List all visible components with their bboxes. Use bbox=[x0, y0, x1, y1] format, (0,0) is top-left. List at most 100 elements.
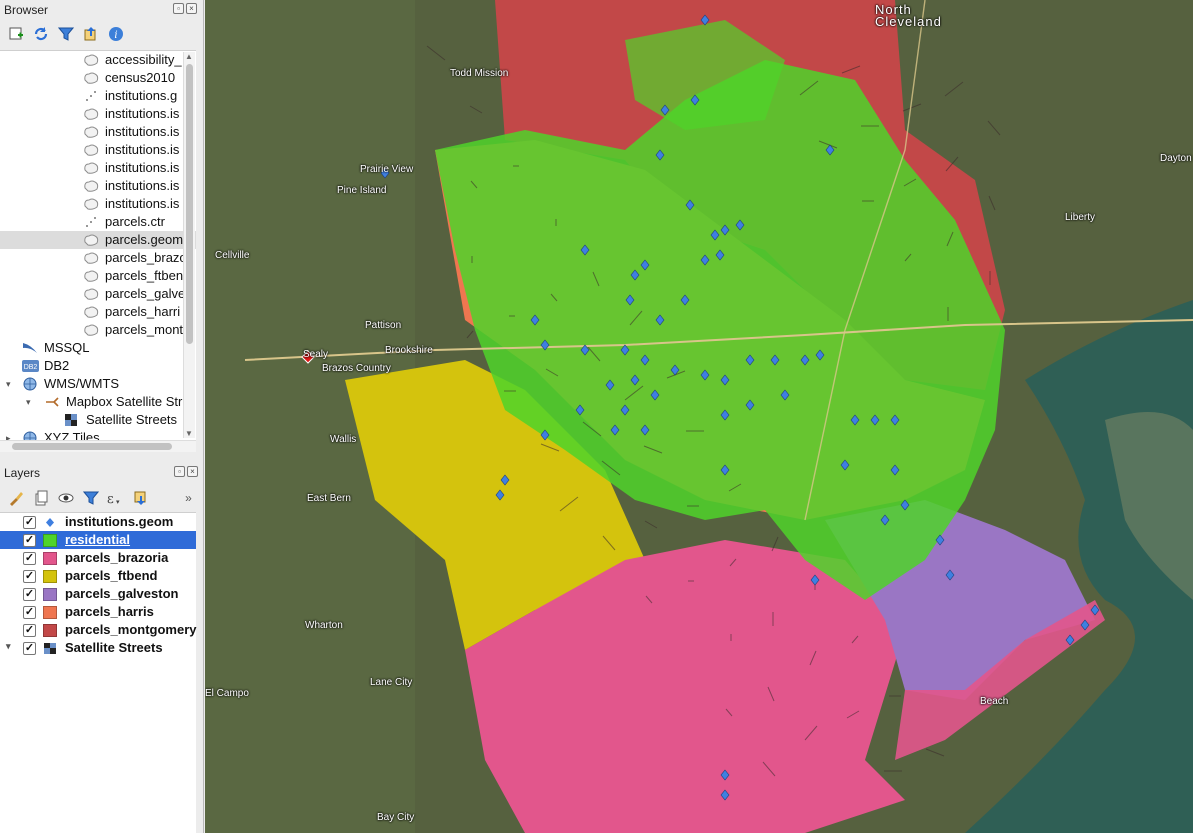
info-icon[interactable]: i bbox=[106, 25, 125, 44]
browser-scrollbar[interactable]: ▲ ▼ bbox=[183, 52, 195, 438]
browser-item[interactable]: parcels.geom bbox=[0, 231, 196, 249]
browser-connection-item[interactable]: ▾ WMS/WMTS bbox=[0, 375, 196, 393]
scroll-down-icon[interactable]: ▼ bbox=[185, 429, 193, 438]
expand-arrow-icon[interactable]: ▾ bbox=[6, 375, 11, 393]
layer-label: institutions.geom bbox=[65, 514, 174, 529]
db2-icon: DB2 bbox=[22, 359, 39, 373]
close-panel-icon[interactable]: × bbox=[187, 466, 198, 477]
layer-visibility-checkbox[interactable]: ✓ bbox=[23, 570, 36, 583]
expand-arrow-icon[interactable]: ▾ bbox=[26, 393, 31, 411]
layer-row[interactable]: ✓ parcels_harris bbox=[0, 603, 196, 621]
layer-row[interactable]: ✓ parcels_brazoria bbox=[0, 549, 196, 567]
polygon-layer-icon bbox=[83, 143, 99, 157]
browser-item[interactable]: institutions.is bbox=[0, 141, 196, 159]
diamond-marker-icon bbox=[43, 516, 57, 529]
point-layer-icon bbox=[83, 215, 99, 229]
map-place-label: Lane City bbox=[370, 677, 413, 688]
browser-item-label: parcels_harri bbox=[105, 304, 181, 319]
svg-text:▾: ▾ bbox=[116, 499, 120, 506]
browser-item[interactable]: census2010 bbox=[0, 69, 196, 87]
map-render bbox=[205, 0, 1193, 833]
browser-connection-item[interactable]: ▾ Mapbox Satellite Str bbox=[0, 393, 196, 411]
map-place-label: Wharton bbox=[305, 620, 343, 631]
polygon-layer-icon bbox=[83, 53, 99, 67]
point-layer-icon bbox=[83, 89, 99, 103]
add-layer-icon[interactable] bbox=[6, 25, 25, 44]
layer-visibility-checkbox[interactable]: ✓ bbox=[23, 606, 36, 619]
more-tools-icon[interactable]: » bbox=[179, 489, 198, 508]
visibility-icon[interactable] bbox=[56, 489, 75, 508]
browser-connection-label: MSSQL bbox=[44, 340, 90, 355]
collapse-all-icon[interactable] bbox=[81, 25, 100, 44]
browser-item[interactable]: institutions.g bbox=[0, 87, 196, 105]
expression-filter-icon[interactable]: ε ▾ bbox=[106, 489, 125, 508]
layer-row[interactable]: ✓ parcels_galveston bbox=[0, 585, 196, 603]
expand-arrow-icon[interactable]: ▸ bbox=[6, 429, 11, 440]
browser-item[interactable]: parcels_brazo bbox=[0, 249, 196, 267]
layer-visibility-checkbox[interactable]: ✓ bbox=[23, 516, 36, 529]
browser-connection-label: Satellite Streets bbox=[86, 412, 178, 427]
browser-item[interactable]: parcels.ctr bbox=[0, 213, 196, 231]
raster-layer-icon bbox=[64, 413, 80, 427]
browser-item[interactable]: parcels_mont bbox=[0, 321, 196, 339]
layer-row[interactable]: ▾ ✓ Satellite Streets bbox=[0, 639, 196, 657]
browser-connection-item[interactable]: Satellite Streets bbox=[0, 411, 196, 429]
map-place-label: Brazos Country bbox=[322, 363, 391, 374]
layer-row[interactable]: ✓ residential bbox=[0, 531, 196, 549]
map-place-label: Cleveland bbox=[875, 14, 942, 29]
add-group-icon[interactable] bbox=[31, 489, 50, 508]
layer-label: residential bbox=[65, 532, 131, 547]
layer-visibility-checkbox[interactable]: ✓ bbox=[23, 552, 36, 565]
polygon-layer-icon bbox=[83, 287, 99, 301]
map-place-label: Dayton bbox=[1160, 153, 1192, 164]
layer-row[interactable]: ✓ parcels_montgomery bbox=[0, 621, 197, 639]
layer-row[interactable]: ✓ parcels_ftbend bbox=[0, 567, 196, 585]
browser-connection-label: DB2 bbox=[44, 358, 70, 373]
browser-item[interactable]: institutions.is bbox=[0, 195, 196, 213]
style-panel-icon[interactable] bbox=[6, 489, 25, 508]
polygon-layer-icon bbox=[83, 197, 99, 211]
browser-item-label: parcels_mont bbox=[105, 322, 184, 337]
hscroll-thumb[interactable] bbox=[12, 443, 172, 450]
polygon-layer-icon bbox=[83, 161, 99, 175]
browser-connection-item[interactable]: DB2 DB2 bbox=[0, 357, 196, 375]
layer-visibility-checkbox[interactable]: ✓ bbox=[23, 534, 36, 547]
map-place-label: Prairie View bbox=[360, 164, 414, 175]
layer-visibility-checkbox[interactable]: ✓ bbox=[23, 642, 36, 655]
expand-arrow-icon[interactable]: ▾ bbox=[6, 641, 11, 652]
map-place-label: Liberty bbox=[1065, 212, 1096, 223]
browser-item[interactable]: institutions.is bbox=[0, 159, 196, 177]
float-panel-icon[interactable]: ▫ bbox=[173, 3, 184, 14]
expand-all-icon[interactable] bbox=[131, 489, 150, 508]
browser-item[interactable]: parcels_ftben bbox=[0, 267, 196, 285]
layer-row[interactable]: ✓ institutions.geom bbox=[0, 513, 196, 531]
browser-item[interactable]: institutions.is bbox=[0, 177, 196, 195]
browser-item[interactable]: institutions.is bbox=[0, 105, 196, 123]
filter-icon[interactable] bbox=[56, 25, 75, 44]
browser-item-label: parcels.ctr bbox=[105, 214, 165, 229]
refresh-icon[interactable] bbox=[31, 25, 50, 44]
layer-label: parcels_harris bbox=[65, 604, 154, 619]
svg-text:DB2: DB2 bbox=[24, 364, 38, 371]
layers-title: Layers bbox=[4, 466, 41, 480]
layers-tree: ✓ institutions.geom ✓ residential ✓ parcels_b… bbox=[0, 512, 197, 833]
fill-symbol-swatch bbox=[43, 570, 57, 583]
polygon-layer-icon bbox=[83, 269, 99, 283]
map-canvas[interactable]: North Cleveland Prairie View Pine Island Cel… bbox=[205, 0, 1193, 833]
browser-connection-item[interactable]: ▸ XYZ Tiles bbox=[0, 429, 196, 440]
float-panel-icon[interactable]: ▫ bbox=[174, 466, 185, 477]
layer-visibility-checkbox[interactable]: ✓ bbox=[23, 624, 36, 637]
browser-item[interactable]: parcels_galve bbox=[0, 285, 196, 303]
browser-hscrollbar[interactable] bbox=[0, 440, 196, 452]
browser-item[interactable]: parcels_harri bbox=[0, 303, 196, 321]
browser-connection-item[interactable]: MSSQL bbox=[0, 339, 196, 357]
browser-item[interactable]: accessibility_ bbox=[0, 51, 196, 69]
fill-symbol-swatch bbox=[43, 606, 57, 619]
scroll-up-icon[interactable]: ▲ bbox=[185, 52, 193, 61]
layer-visibility-checkbox[interactable]: ✓ bbox=[23, 588, 36, 601]
browser-item[interactable]: institutions.is bbox=[0, 123, 196, 141]
filter-legend-icon[interactable] bbox=[81, 489, 100, 508]
scroll-thumb[interactable] bbox=[186, 64, 193, 344]
close-panel-icon[interactable]: × bbox=[186, 3, 197, 14]
browser-item-label: institutions.g bbox=[105, 88, 178, 103]
